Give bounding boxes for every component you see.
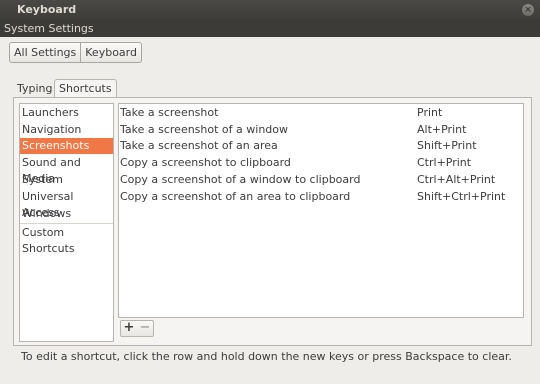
close-icon[interactable]: × xyxy=(522,4,534,16)
table-row[interactable]: Take a screenshot of a window Alt+Print xyxy=(119,122,523,138)
remove-shortcut-button[interactable]: − xyxy=(137,320,154,337)
shortcuts-table: Take a screenshot Print Take a screensho… xyxy=(118,103,524,318)
category-item-navigation[interactable]: Navigation xyxy=(20,122,113,138)
menu-bar: System Settings xyxy=(0,20,540,37)
shortcut-accelerator: Print xyxy=(417,106,443,119)
shortcut-accelerator: Alt+Print xyxy=(417,123,467,136)
breadcrumb: All Settings Keyboard xyxy=(9,42,142,63)
title-bar[interactable]: Keyboard × xyxy=(0,0,540,20)
shortcut-accelerator: Ctrl+Print xyxy=(417,156,472,169)
table-row[interactable]: Take a screenshot Print xyxy=(119,105,523,121)
category-item-screenshots[interactable]: Screenshots xyxy=(20,138,113,154)
shortcut-action: Copy a screenshot to clipboard xyxy=(120,156,291,169)
shortcut-accelerator: Shift+Ctrl+Print xyxy=(417,190,506,203)
keyboard-settings-window: Keyboard × System Settings All Settings … xyxy=(0,0,540,384)
category-item-custom-shortcuts[interactable]: Custom Shortcuts xyxy=(20,225,113,255)
shortcut-action: Take a screenshot of a window xyxy=(120,123,288,136)
shortcut-action: Copy a screenshot of an area to clipboar… xyxy=(120,190,351,203)
tab-typing[interactable]: Typing xyxy=(13,80,57,97)
category-item-sound-and-media[interactable]: Sound and Media xyxy=(20,155,113,185)
shortcut-action: Take a screenshot xyxy=(120,106,219,119)
keyboard-breadcrumb-button[interactable]: Keyboard xyxy=(81,43,141,62)
list-toolbar: + − xyxy=(118,318,522,340)
shortcuts-panel: Launchers Navigation Screenshots Sound a… xyxy=(13,97,532,346)
category-item-system[interactable]: System xyxy=(20,172,113,188)
category-item-launchers[interactable]: Launchers xyxy=(20,105,113,121)
category-item-windows[interactable]: Windows xyxy=(20,206,113,222)
table-row[interactable]: Copy a screenshot of a window to clipboa… xyxy=(119,172,523,188)
help-text: To edit a shortcut, click the row and ho… xyxy=(21,350,512,363)
shortcut-accelerator: Shift+Print xyxy=(417,139,477,152)
shortcut-action: Take a screenshot of an area xyxy=(120,139,278,152)
shortcut-action: Copy a screenshot of a window to clipboa… xyxy=(120,173,361,186)
category-divider xyxy=(20,223,113,224)
shortcut-accelerator: Ctrl+Alt+Print xyxy=(417,173,496,186)
table-row[interactable]: Take a screenshot of an area Shift+Print xyxy=(119,138,523,154)
table-row[interactable]: Copy a screenshot to clipboard Ctrl+Prin… xyxy=(119,155,523,171)
app-menu[interactable]: System Settings xyxy=(4,22,94,35)
add-shortcut-button[interactable]: + xyxy=(120,320,138,337)
table-row[interactable]: Copy a screenshot of an area to clipboar… xyxy=(119,189,523,205)
all-settings-button[interactable]: All Settings xyxy=(10,43,82,62)
category-list: Launchers Navigation Screenshots Sound a… xyxy=(19,103,114,342)
tab-shortcuts[interactable]: Shortcuts xyxy=(54,79,117,98)
category-item-universal-access[interactable]: Universal Access xyxy=(20,189,113,219)
window-title: Keyboard xyxy=(17,3,77,16)
